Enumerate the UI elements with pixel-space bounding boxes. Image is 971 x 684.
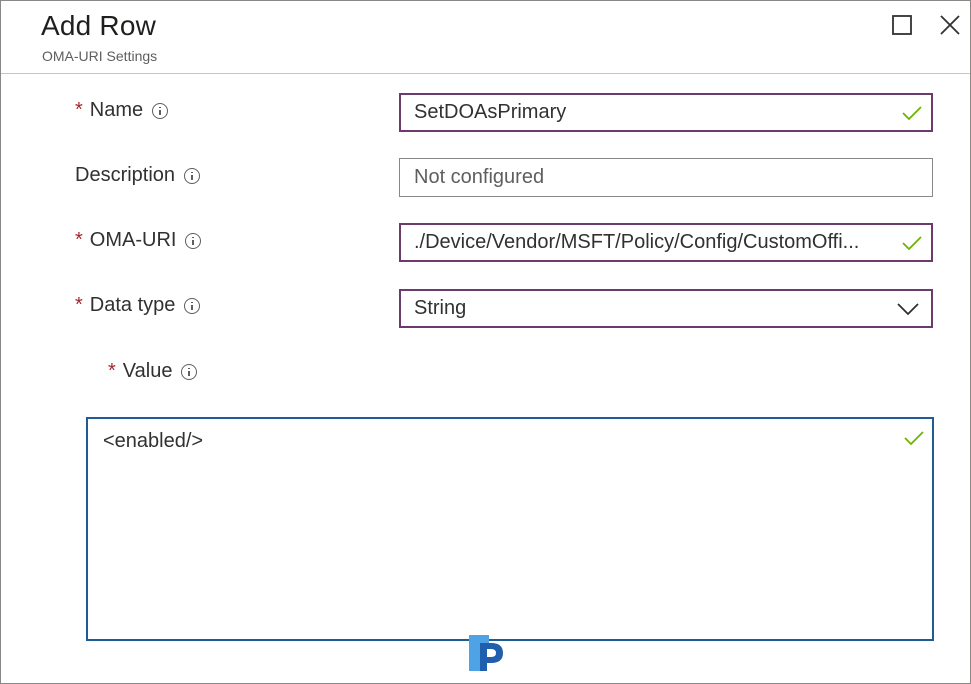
oma-uri-input-value: ./Device/Vendor/MSFT/Policy/Config/Custo… xyxy=(414,231,860,253)
chevron-down-icon xyxy=(897,302,919,315)
checkmark-icon xyxy=(902,105,922,120)
add-row-panel: Add Row OMA-URI Settings * Name SetDOAsP… xyxy=(0,0,971,684)
required-marker: * xyxy=(75,229,83,251)
info-icon[interactable] xyxy=(184,167,201,184)
oma-uri-label-text: OMA-URI xyxy=(89,229,177,251)
data-type-selected-value: String xyxy=(414,297,467,319)
required-marker: * xyxy=(75,99,83,121)
required-marker: * xyxy=(108,360,116,382)
value-textarea[interactable]: <enabled/> xyxy=(86,417,934,641)
data-type-label: * Data type xyxy=(75,294,201,317)
description-label: Description xyxy=(75,164,201,187)
info-icon[interactable] xyxy=(184,297,201,314)
close-button[interactable] xyxy=(937,12,963,38)
data-type-select[interactable]: String xyxy=(399,289,933,328)
oma-uri-input[interactable]: ./Device/Vendor/MSFT/Policy/Config/Custo… xyxy=(399,223,933,262)
description-input[interactable]: Not configured xyxy=(399,158,933,197)
name-input-value: SetDOAsPrimary xyxy=(414,101,567,123)
panel-title: Add Row xyxy=(41,10,157,41)
info-icon[interactable] xyxy=(181,363,198,380)
value-label-text: Value xyxy=(122,360,173,382)
required-marker: * xyxy=(75,294,83,316)
maximize-button[interactable] xyxy=(889,12,915,38)
name-label-text: Name xyxy=(89,99,144,121)
info-icon[interactable] xyxy=(152,102,169,119)
panel-header: Add Row OMA-URI Settings xyxy=(1,1,970,74)
description-placeholder: Not configured xyxy=(414,166,545,188)
description-label-text: Description xyxy=(75,164,176,186)
oma-uri-label: * OMA-URI xyxy=(75,229,202,252)
panel-subtitle: OMA-URI Settings xyxy=(42,48,158,64)
value-textarea-content: <enabled/> xyxy=(103,430,204,452)
close-icon xyxy=(940,15,960,35)
info-icon[interactable] xyxy=(185,232,202,249)
name-label: * Name xyxy=(75,99,169,122)
checkmark-icon xyxy=(904,431,924,445)
value-label: * Value xyxy=(108,360,198,383)
maximize-icon xyxy=(892,15,912,35)
prajwal-logo-icon xyxy=(469,635,503,671)
data-type-label-text: Data type xyxy=(89,294,176,316)
checkmark-icon xyxy=(902,235,922,250)
name-input[interactable]: SetDOAsPrimary xyxy=(399,93,933,132)
